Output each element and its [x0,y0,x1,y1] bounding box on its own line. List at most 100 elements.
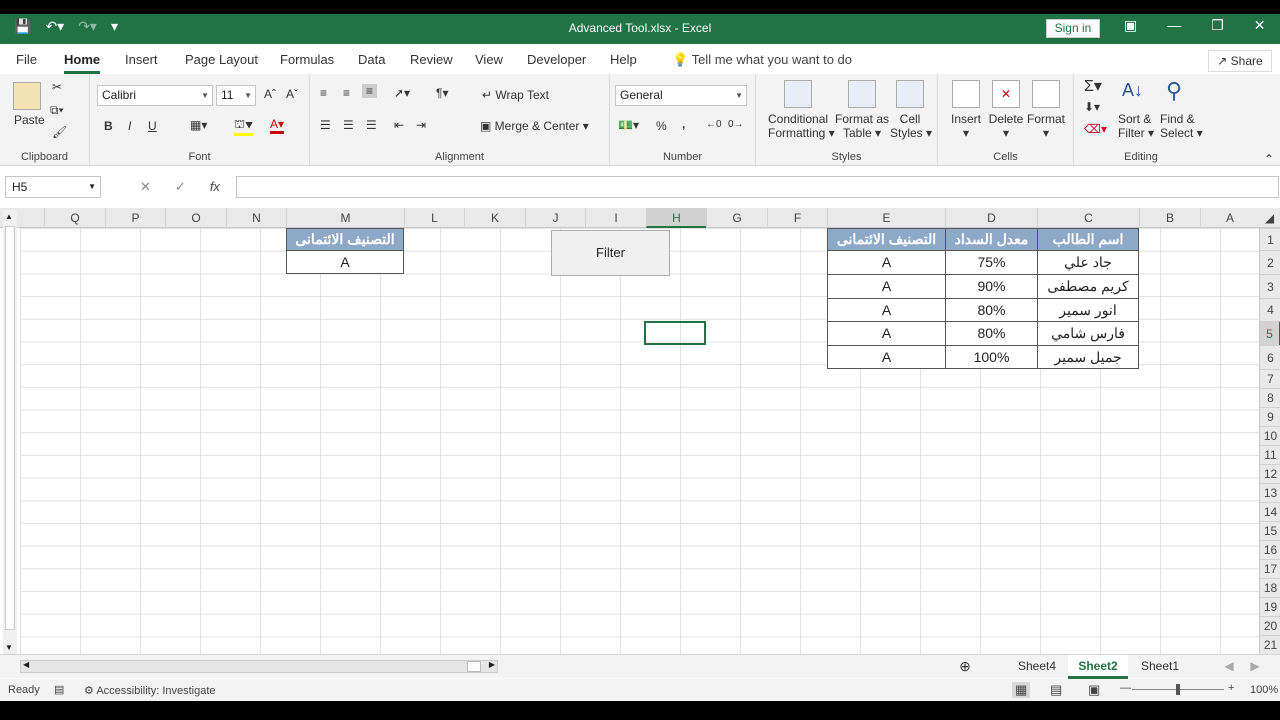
align-right-icon[interactable]: ☰ [366,118,377,132]
column-header-b[interactable]: B [1139,208,1200,228]
column-header-o[interactable]: O [165,208,226,228]
fill-color-icon[interactable]: ⛫▾ [234,117,254,136]
row-header-12[interactable]: 12 [1260,464,1280,483]
table-cell[interactable]: فارس شامي [1037,321,1139,346]
table-cell[interactable]: 100% [945,345,1038,369]
copy-icon[interactable]: ⧉▾ [50,103,64,118]
tab-view[interactable]: View [475,52,503,67]
italic-button[interactable]: I [128,119,131,133]
decrease-decimal-icon[interactable]: 0→ [728,119,744,130]
row-header-17[interactable]: 17 [1260,559,1280,578]
tab-insert[interactable]: Insert [125,52,158,67]
accounting-format-icon[interactable]: 💵▾ [618,118,639,132]
column-header-p[interactable]: P [105,208,165,228]
underline-button[interactable]: U [148,119,157,133]
macro-record-icon[interactable]: ▤ [54,683,64,696]
tab-formulas[interactable]: Formulas [280,52,334,67]
grow-font-icon[interactable]: Aˆ [264,87,276,101]
sheet-tab-sheet1[interactable]: Sheet1 [1132,655,1188,679]
column-header-c[interactable]: C [1037,208,1139,228]
zoom-level[interactable]: 100% [1250,684,1278,696]
table-cell[interactable]: جاد علي [1037,250,1139,275]
cut-icon[interactable]: ✂ [52,80,62,94]
scroll-left-icon[interactable]: ◀ [23,660,29,669]
page-layout-view-icon[interactable]: ▤ [1050,682,1062,698]
orientation-icon[interactable]: ➚▾ [394,86,410,100]
page-break-view-icon[interactable]: ▣ [1088,682,1100,698]
filter-button[interactable]: Filter [551,230,670,276]
align-center-icon[interactable]: ☰ [343,118,354,132]
bottom-align-icon[interactable]: ≡ [362,84,378,98]
cancel-icon[interactable]: ✕ [140,179,151,195]
zoom-in-icon[interactable]: + [1228,682,1234,694]
table-cell[interactable]: انور سمير [1037,298,1139,322]
wrap-text-button[interactable]: ↵ Wrap Text [482,88,549,102]
formula-input[interactable] [236,176,1279,198]
table-cell[interactable]: 90% [945,274,1038,299]
column-header-q[interactable]: Q [44,208,105,228]
font-size-combo[interactable]: 11 ▼ [216,85,256,106]
normal-view-icon[interactable]: ▦ [1012,682,1031,698]
conditional-formatting-button[interactable]: Conditional Formatting ▾ [768,112,835,140]
row-header-8[interactable]: 8 [1260,388,1280,407]
column-header-l[interactable]: L [404,208,464,228]
row-header-21[interactable]: 21 [1260,635,1280,654]
column-header-k[interactable]: K [464,208,525,228]
font-name-combo[interactable]: Calibri ▼ [97,85,213,106]
name-box[interactable]: H5 ▼ [5,176,101,198]
criteria-value[interactable]: A [286,250,404,274]
minimize-icon[interactable]: — [1167,17,1181,34]
shrink-font-icon[interactable]: Aˇ [286,87,298,101]
format-cells-button[interactable]: Format ▾ [1026,112,1066,140]
tab-home[interactable]: Home [64,52,101,74]
insert-function-icon[interactable]: fx [210,179,220,195]
comma-style-button[interactable]: , [682,117,685,131]
text-direction-icon[interactable]: ¶▾ [436,86,448,100]
selected-cell[interactable] [644,321,706,345]
format-painter-icon[interactable]: 🖌 [52,125,67,139]
find-select-button[interactable]: Find & Select ▾ [1160,112,1203,140]
middle-align-icon[interactable]: ≡ [343,86,350,100]
table-header-rating[interactable]: التصنيف الائتمانى [827,228,946,251]
row-header-7[interactable]: 7 [1260,369,1280,388]
table-cell[interactable]: 75% [945,250,1038,275]
tab-file[interactable]: File [16,52,37,67]
accessibility-status[interactable]: ⚙ Accessibility: Investigate [84,684,216,697]
borders-icon[interactable]: ▦▾ [190,118,207,132]
tell-me-search[interactable]: 💡 Tell me what you want to do [672,52,852,68]
row-header-14[interactable]: 14 [1260,502,1280,521]
column-header-h[interactable]: H [646,208,706,228]
next-sheet-icon[interactable]: ▶ [1248,655,1262,679]
number-format-combo[interactable]: General ▼ [615,85,747,106]
tab-data[interactable]: Data [358,52,385,67]
collapse-ribbon-icon[interactable]: ⌃ [1264,152,1274,166]
ribbon-display-icon[interactable]: ▣ [1124,17,1137,34]
row-header-18[interactable]: 18 [1260,578,1280,597]
select-all-corner[interactable]: ◢ [1259,208,1280,228]
table-cell[interactable]: 80% [945,321,1038,346]
tab-review[interactable]: Review [410,52,453,67]
criteria-header[interactable]: التصنيف الائتمانى [286,228,404,251]
table-header-rate[interactable]: معدل السداد [945,228,1038,251]
table-cell[interactable]: A [827,250,946,275]
zoom-slider-thumb[interactable] [1176,684,1180,695]
share-button[interactable]: ↗ Share [1208,50,1272,72]
row-header-16[interactable]: 16 [1260,540,1280,559]
delete-cells-button[interactable]: Delete ▾ [988,112,1024,140]
scroll-thumb[interactable] [467,661,481,672]
row-header-19[interactable]: 19 [1260,597,1280,616]
row-header-4[interactable]: 4 [1260,298,1280,321]
top-align-icon[interactable]: ≡ [320,86,327,100]
paste-icon[interactable] [13,82,41,110]
scroll-up-icon[interactable]: ▲ [5,212,13,221]
column-header-m[interactable]: M [286,208,404,228]
column-header-d[interactable]: D [945,208,1037,228]
new-sheet-icon[interactable]: ⊕ [956,655,974,679]
scroll-down-icon[interactable]: ▼ [5,643,13,652]
column-header-j[interactable]: J [525,208,585,228]
close-icon[interactable]: ✕ [1254,17,1266,34]
column-header-n[interactable]: N [226,208,286,228]
table-cell[interactable]: A [827,345,946,369]
table-cell[interactable]: جميل سمير [1037,345,1139,369]
table-cell[interactable]: A [827,274,946,299]
